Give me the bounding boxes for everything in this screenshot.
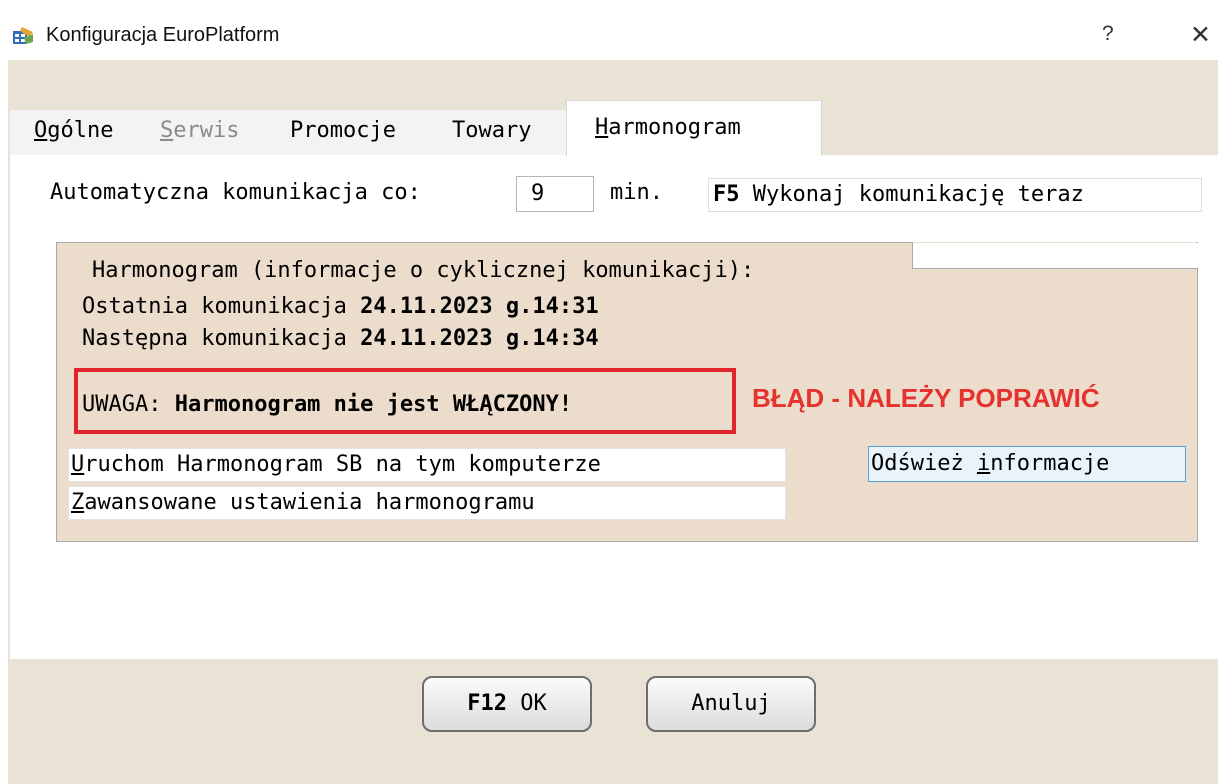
communicate-now-button[interactable]: F5 Wykonaj komunikację teraz — [708, 178, 1202, 212]
app-icon — [12, 26, 34, 46]
tab-towary[interactable]: Towary — [428, 110, 566, 155]
tab-ogolne-label: gólne — [47, 118, 114, 143]
schedule-group-title: Harmonogram (informacje o cyklicznej kom… — [92, 258, 755, 283]
advanced-settings-hotkey: Z — [71, 490, 85, 515]
close-button[interactable]: ✕ — [1190, 20, 1211, 50]
tab-serwis-label: erwis — [173, 118, 240, 143]
tab-harmonogram-hotkey: H — [595, 115, 609, 140]
title-bar: Konfiguracja EuroPlatform ? ✕ — [0, 0, 1218, 60]
last-communication-line: Ostatnia komunikacja 24.11.2023 g.14:31 — [82, 294, 599, 319]
refresh-info-button[interactable]: Odśwież informacje — [868, 446, 1186, 482]
advanced-settings-button[interactable]: Zawansowane ustawienia harmonogramu — [68, 486, 786, 520]
advanced-settings-label: awansowane ustawienia harmonogramu — [84, 490, 535, 515]
group-border — [912, 268, 1198, 269]
tab-ogolne[interactable]: Ogólne — [10, 110, 146, 155]
communicate-now-key: F5 — [713, 182, 740, 207]
ok-key: F12 — [467, 691, 507, 716]
last-communication-label: Ostatnia komunikacja — [82, 294, 347, 319]
tab-harmonogram-label: armonogram — [608, 115, 741, 140]
run-scheduler-hotkey: U — [71, 452, 85, 477]
last-communication-value: 24.11.2023 g.14:31 — [360, 294, 599, 319]
group-notch — [913, 243, 1199, 268]
interval-input[interactable]: 9 — [516, 176, 594, 212]
run-scheduler-label: ruchom Harmonogram SB na tym komputerze — [84, 452, 601, 477]
cancel-button[interactable]: Anuluj — [646, 676, 816, 732]
window-title: Konfiguracja EuroPlatform — [46, 24, 280, 46]
next-communication-line: Następna komunikacja 24.11.2023 g.14:34 — [82, 326, 599, 351]
refresh-info-hotkey: i — [976, 451, 991, 476]
ok-label: OK — [520, 691, 547, 716]
refresh-info-label-a: Odśwież — [871, 451, 977, 476]
warning-message: Harmonogram nie jest WŁĄCZONY! — [174, 392, 573, 417]
warning-prefix: UWAGA: — [82, 392, 162, 417]
error-annotation: BŁĄD - NALEŻY POPRAWIĆ — [752, 383, 1100, 413]
group-border — [912, 242, 913, 268]
tab-promocje-label: Promocje — [290, 118, 396, 143]
tab-promocje[interactable]: Promocje — [266, 110, 436, 155]
ok-button[interactable]: F12 OK — [422, 676, 592, 732]
group-border — [56, 242, 912, 243]
tab-serwis: Serwis — [136, 110, 276, 155]
next-communication-value: 24.11.2023 g.14:34 — [360, 326, 599, 351]
help-button[interactable]: ? — [1102, 22, 1114, 46]
schedule-warning: UWAGA: Harmonogram nie jest WŁĄCZONY! — [82, 392, 572, 417]
tab-serwis-hotkey: S — [160, 118, 174, 143]
run-scheduler-button[interactable]: Uruchom Harmonogram SB na tym komputerze — [68, 448, 786, 482]
next-communication-label: Następna komunikacja — [82, 326, 347, 351]
tab-towary-label: Towary — [452, 118, 532, 143]
auto-communication-label: Automatyczna komunikacja co: — [50, 180, 421, 205]
interval-unit-label: min. — [610, 180, 663, 205]
communicate-now-label: Wykonaj komunikację teraz — [752, 182, 1084, 207]
refresh-info-label-b: nformacje — [990, 451, 1110, 476]
tab-harmonogram[interactable]: Harmonogram — [566, 100, 822, 156]
tab-ogolne-hotkey: O — [34, 118, 48, 143]
